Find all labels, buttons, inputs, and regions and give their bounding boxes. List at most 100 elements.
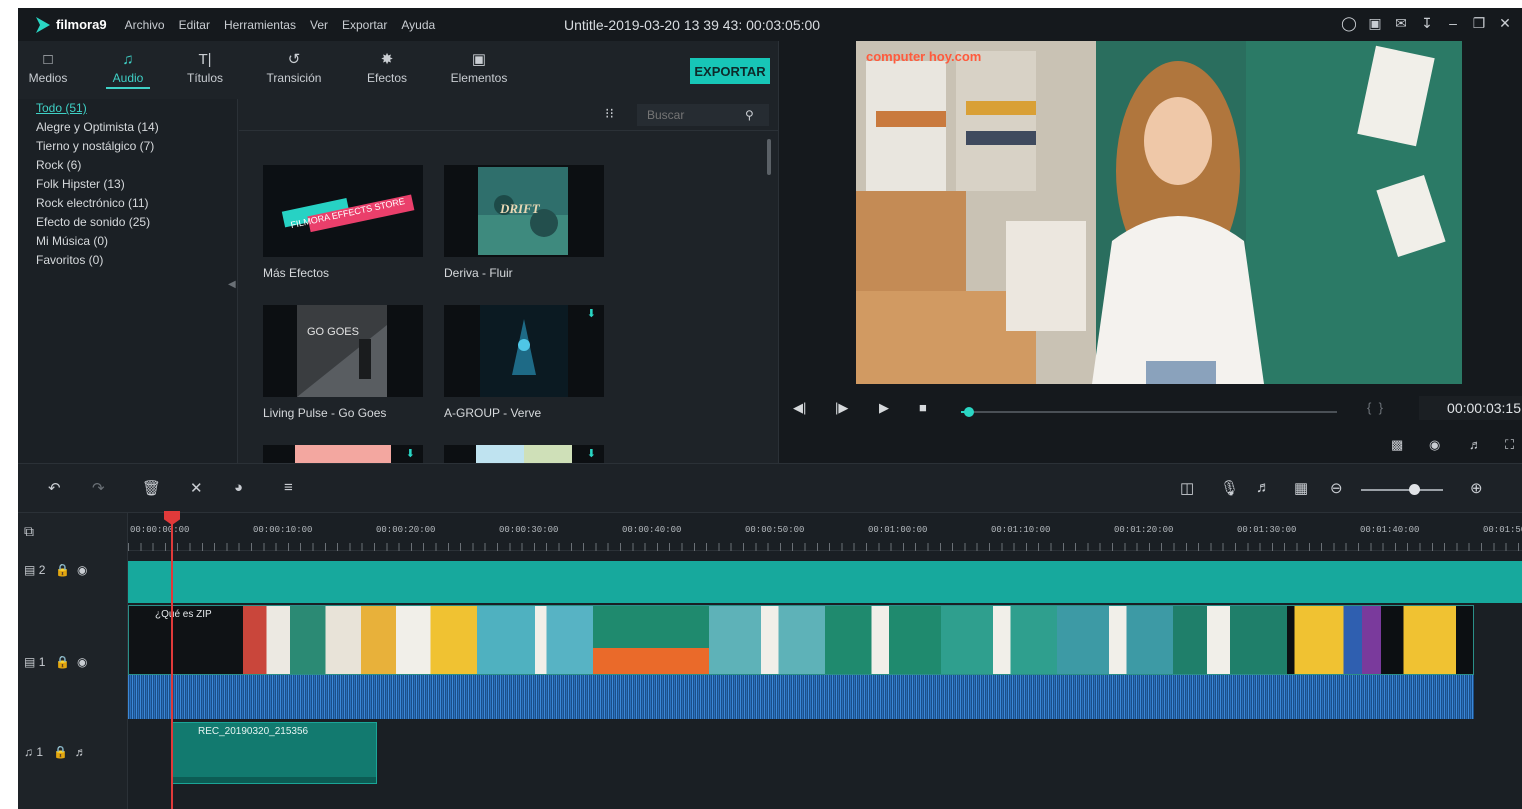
eye-icon[interactable]: ◉ (77, 655, 87, 669)
recording-audio-clip[interactable]: REC_20190320_215356 (171, 722, 377, 784)
undo-icon[interactable]: ↶ (48, 479, 61, 497)
zoom-slider[interactable] (1361, 484, 1443, 495)
search-input[interactable] (637, 108, 745, 122)
fit-timeline-icon[interactable]: ▦ (1294, 479, 1308, 497)
speed-icon[interactable]: ◕ (234, 479, 243, 496)
play-icon[interactable]: ▶ (879, 400, 889, 416)
category-item[interactable]: Efecto de sonido (25) (18, 213, 237, 232)
menu-exportar[interactable]: Exportar (342, 18, 387, 32)
go-goes-art-text: GO GOES (307, 326, 359, 338)
video-thumbnail (593, 606, 709, 674)
category-list: Todo (51) Alegre y Optimista (14) Tierno… (18, 99, 238, 463)
menu-editar[interactable]: Editar (179, 18, 210, 32)
search-icon[interactable]: ⚲ (745, 108, 754, 122)
cut-icon[interactable]: ✕ (190, 479, 203, 497)
grid-view-icon[interactable]: ⁝⁝ (605, 105, 614, 122)
previous-frame-icon[interactable]: ◀| (793, 400, 806, 416)
category-item[interactable]: Mi Música (0) (18, 232, 237, 251)
tab-efectos[interactable]: ✸ Efectos (362, 49, 412, 85)
track-number: 1 (38, 655, 46, 669)
library-item[interactable]: ⬇ (444, 445, 604, 463)
video-thumbnail (1057, 606, 1173, 674)
download-icon[interactable]: ⬇ (587, 307, 596, 320)
media-scrollbar[interactable] (767, 139, 771, 175)
progress-knob[interactable] (963, 407, 974, 417)
window-controls: ◯ ▣ ✉ ↧ – ❐ ✕ (1336, 15, 1518, 32)
tab-medios[interactable]: □ Medios (26, 49, 70, 85)
maximize-icon[interactable]: ❐ (1466, 15, 1492, 32)
speaker-icon[interactable]: ♬ (75, 745, 87, 759)
library-item[interactable]: DRIFT Deriva - Fluir (444, 165, 604, 280)
adjust-icon[interactable]: ≡ (284, 479, 293, 496)
play-frame-icon[interactable]: |▶ (835, 400, 848, 416)
mark-in-out-icon[interactable]: { } (1367, 400, 1383, 415)
folder-icon: □ (43, 51, 53, 68)
mail-icon[interactable]: ✉ (1388, 15, 1414, 32)
category-item[interactable]: Tierno y nostálgico (7) (18, 137, 237, 156)
close-icon[interactable]: ✕ (1492, 15, 1518, 32)
zoom-knob[interactable] (1409, 484, 1421, 495)
export-button[interactable]: EXPORTAR (690, 58, 770, 84)
playhead[interactable] (171, 513, 173, 809)
tab-transicion[interactable]: ↺ Transición (262, 49, 326, 85)
download-icon[interactable]: ↧ (1414, 15, 1440, 32)
account-icon[interactable]: ◯ (1336, 15, 1362, 32)
download-icon[interactable]: ⬇ (406, 447, 415, 460)
record-voice-icon[interactable]: 🎙 (1220, 479, 1239, 497)
library-item[interactable]: ⬇ (263, 445, 423, 463)
marker-icon[interactable]: ◫ (1180, 479, 1194, 497)
library-item[interactable]: FILMORA EFFECTS STORE Más Efectos (263, 165, 423, 280)
library-item[interactable]: GO GOES Living Pulse - Go Goes (263, 305, 423, 420)
lock-icon[interactable]: 🔒 (55, 563, 70, 577)
library-item[interactable]: ⬇ A-GROUP - Verve (444, 305, 604, 420)
fullscreen-icon[interactable]: ⛶ (1505, 437, 1514, 453)
go-goes-album-art: GO GOES (263, 305, 423, 397)
delete-icon[interactable]: 🗑 (142, 479, 161, 497)
minimize-icon[interactable]: – (1440, 15, 1466, 32)
add-track-icon[interactable]: ⧉ (24, 523, 34, 540)
video-track-2-clip[interactable] (128, 561, 1522, 603)
audio-waveform[interactable] (128, 675, 1474, 719)
title-bar: filmora9 Archivo Editar Herramientas Ver… (18, 8, 1522, 41)
ruler-label: 00:00:50:00 (745, 525, 805, 535)
render-preview-icon[interactable]: ▩ (1391, 437, 1403, 453)
lock-icon[interactable]: 🔒 (53, 745, 68, 759)
menu-herramientas[interactable]: Herramientas (224, 18, 296, 32)
video-thumbnail (1173, 606, 1287, 674)
video-preview[interactable]: computer hoy.com (856, 41, 1462, 384)
ruler-label: 00:01:10:00 (991, 525, 1051, 535)
category-item[interactable]: Alegre y Optimista (14) (18, 118, 237, 137)
stop-icon[interactable]: ■ (919, 400, 927, 415)
category-item[interactable]: Todo (51) (18, 99, 237, 118)
menu-ver[interactable]: Ver (310, 18, 328, 32)
library-panel: □ Medios ♫ Audio T| Títulos ↺ Transición… (18, 41, 778, 463)
item-thumbnail: GO GOES (263, 305, 423, 397)
category-item[interactable]: Rock (6) (18, 156, 237, 175)
tab-elementos[interactable]: ▣ Elementos (446, 49, 512, 85)
preview-progress[interactable] (961, 407, 1337, 417)
category-item[interactable]: Folk Hipster (13) (18, 175, 237, 194)
ruler-label: 00:01:20:00 (1114, 525, 1174, 535)
audio-mixer-icon[interactable]: ♬ (1256, 479, 1271, 496)
menu-ayuda[interactable]: Ayuda (401, 18, 435, 32)
lock-icon[interactable]: 🔒 (55, 655, 70, 669)
category-item[interactable]: Rock electrónico (11) (18, 194, 237, 213)
eye-icon[interactable]: ◉ (77, 563, 87, 577)
tab-audio[interactable]: ♫ Audio (106, 49, 150, 89)
ruler-label: 00:00:20:00 (376, 525, 436, 535)
save-icon[interactable]: ▣ (1362, 15, 1388, 32)
collapse-panel-icon[interactable]: ◀ (228, 279, 236, 290)
download-icon[interactable]: ⬇ (587, 447, 596, 460)
ruler-label: 00:01:30:00 (1237, 525, 1297, 535)
volume-icon[interactable]: ♬ (1469, 437, 1482, 452)
redo-icon[interactable]: ↷ (92, 479, 105, 497)
tab-titulos[interactable]: T| Títulos (180, 49, 230, 85)
snapshot-icon[interactable]: ◉ (1429, 437, 1440, 453)
menu-archivo[interactable]: Archivo (125, 18, 165, 32)
zoom-out-icon[interactable]: ⊖ (1330, 479, 1343, 497)
video-track-1-clip[interactable]: ¿Qué es ZIP (128, 605, 1474, 675)
timeline-ruler[interactable]: 00:00:00:00 00:00:10:00 00:00:20:00 00:0… (128, 513, 1522, 551)
zoom-in-icon[interactable]: ⊕ (1470, 479, 1483, 497)
category-item[interactable]: Favoritos (0) (18, 251, 237, 270)
track-number: 2 (38, 563, 46, 577)
